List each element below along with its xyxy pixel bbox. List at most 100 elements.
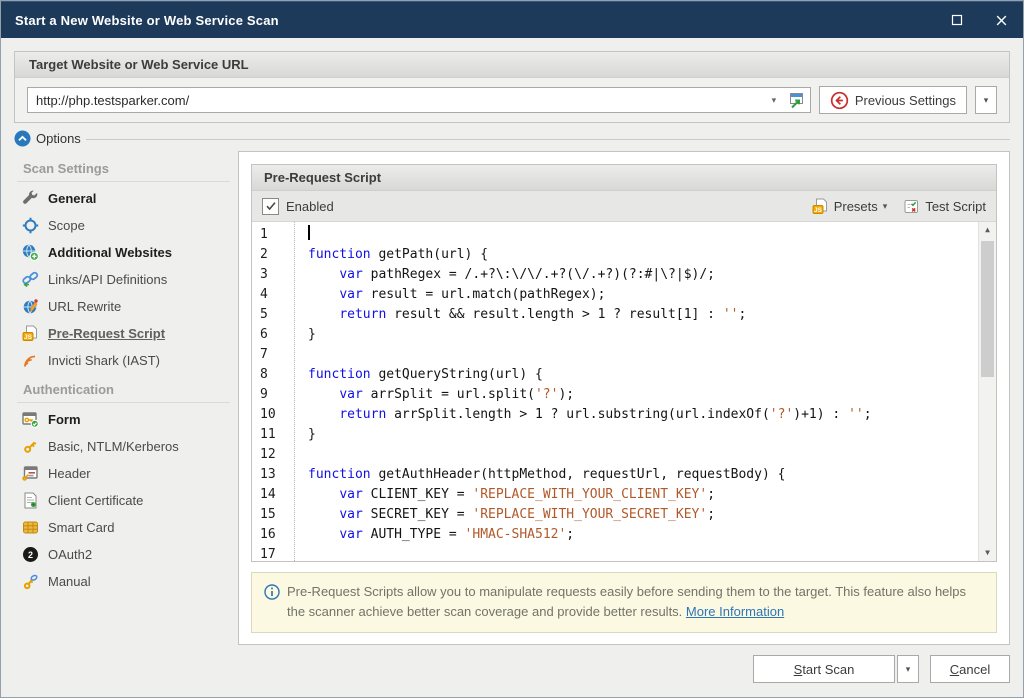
scan-settings-header: Scan Settings [14,153,238,181]
test-script-button[interactable]: Test Script [903,198,986,215]
smart-card-icon [21,519,39,537]
code-line[interactable]: 10 return arrSplit.length > 1 ? url.subs… [252,405,978,425]
code-line[interactable]: 14 var CLIENT_KEY = 'REPLACE_WITH_YOUR_C… [252,485,978,505]
maximize-button[interactable] [935,2,979,38]
sidebar-item-invicti-shark[interactable]: Invicti Shark (IAST) [14,347,238,374]
sidebar-item-oauth2[interactable]: 2 OAuth2 [14,541,238,568]
code-line[interactable]: 16 var AUTH_TYPE = 'HMAC-SHA512'; [252,525,978,545]
script-code-editor[interactable]: 12function getPath(url) {3 var pathRegex… [252,222,996,561]
code-line[interactable]: 3 var pathRegex = /.+?\:\/\/.+?(\/.+?)(?… [252,265,978,285]
code-line[interactable]: 7 [252,345,978,365]
pre-request-script-header: Pre-Request Script [252,165,996,191]
sidebar-item-additional-websites[interactable]: Additional Websites [14,239,238,266]
collapse-chevron-icon [14,130,31,147]
close-button[interactable] [979,2,1023,38]
svg-text:JS: JS [24,334,33,341]
code-line[interactable]: 4 var result = url.match(pathRegex); [252,285,978,305]
chain-links-icon [21,271,39,289]
sidebar-item-header-auth[interactable]: Header [14,460,238,487]
info-text: Pre-Request Scripts allow you to manipul… [287,582,984,622]
info-icon [264,584,280,600]
code-line[interactable]: 5 return result && result.length > 1 ? r… [252,305,978,325]
options-expander[interactable]: Options [14,130,1010,147]
target-icon [21,217,39,235]
more-information-link[interactable]: More Information [686,604,784,619]
sidebar-item-basic-ntlm[interactable]: Basic, NTLM/Kerberos [14,433,238,460]
presets-button[interactable]: JS Presets ▾ [812,198,888,215]
scrollbar-thumb[interactable] [981,241,994,377]
code-line[interactable]: 13function getAuthHeader(httpMethod, req… [252,465,978,485]
code-line[interactable]: 17 [252,545,978,561]
sidebar-item-label: Scope [48,218,85,233]
scroll-down-icon[interactable]: ▼ [979,545,996,561]
scroll-up-icon[interactable]: ▲ [979,222,996,238]
options-divider [86,139,1010,140]
settings-sidebar: Scan Settings General Scope Additional W… [14,151,238,645]
code-line[interactable]: 6} [252,325,978,345]
sidebar-item-scope[interactable]: Scope [14,212,238,239]
cancel-button[interactable]: Cancel [930,655,1010,683]
code-line[interactable]: 2function getPath(url) { [252,245,978,265]
target-url-input[interactable] [28,89,764,111]
editor-scrollbar[interactable]: ▲ ▼ [978,222,996,561]
maximize-icon [951,14,963,26]
section-divider [17,181,230,182]
enabled-checkbox[interactable] [262,198,279,215]
previous-settings-label: Previous Settings [855,93,956,108]
presets-caret-icon: ▾ [883,201,888,212]
sidebar-item-label: Pre-Request Script [48,326,165,341]
gutter-separator [294,222,295,561]
target-url-combo: ▾ [27,87,811,113]
pre-request-script-panel: Pre-Request Script Enabled JS Presets ▾ [238,151,1010,645]
wrench-icon [21,190,39,208]
sidebar-item-label: Manual [48,574,91,589]
info-text-body: Pre-Request Scripts allow you to manipul… [287,584,966,619]
check-icon [265,200,277,212]
sidebar-item-label: Additional Websites [48,245,172,260]
start-scan-button[interactable]: Start Scan [753,655,895,683]
sidebar-item-label: Header [48,466,91,481]
code-line[interactable]: 11} [252,425,978,445]
target-url-body: ▾ Previous Settings ▾ [15,78,1009,122]
sidebar-item-label: Form [48,412,81,427]
authentication-header: Authentication [14,374,238,402]
sidebar-item-pre-request-script[interactable]: JS Pre-Request Script [14,320,238,347]
info-box: Pre-Request Scripts allow you to manipul… [251,572,997,633]
sidebar-item-url-rewrite[interactable]: URL Rewrite [14,293,238,320]
sidebar-item-client-certificate[interactable]: Client Certificate [14,487,238,514]
certificate-icon [21,492,39,510]
target-url-header: Target Website or Web Service URL [15,52,1009,78]
code-line[interactable]: 8function getQueryString(url) { [252,365,978,385]
previous-settings-icon [830,91,849,110]
test-script-icon [903,198,920,215]
code-lines[interactable]: 12function getPath(url) {3 var pathRegex… [252,222,978,561]
code-line[interactable]: 12 [252,445,978,465]
test-script-label: Test Script [925,199,986,214]
section-divider [17,402,230,403]
oauth2-icon: 2 [21,546,39,564]
dialog-content: Target Website or Web Service URL ▾ Prev… [1,38,1023,697]
globe-plus-icon [21,244,39,262]
options-label: Options [36,131,81,146]
window-title: Start a New Website or Web Service Scan [1,13,935,28]
sidebar-item-general[interactable]: General [14,185,238,212]
sidebar-item-label: Links/API Definitions [48,272,167,287]
sidebar-item-links-api[interactable]: Links/API Definitions [14,266,238,293]
start-scan-dropdown[interactable]: ▾ [897,655,919,683]
form-login-icon [21,411,39,429]
previous-settings-button[interactable]: Previous Settings [819,86,967,114]
sidebar-item-label: Smart Card [48,520,114,535]
sidebar-item-manual[interactable]: Manual [14,568,238,595]
code-line[interactable]: 15 var SECRET_KEY = 'REPLACE_WITH_YOUR_S… [252,505,978,525]
previous-settings-dropdown[interactable]: ▾ [975,86,997,114]
code-line[interactable]: 1 [252,225,978,245]
sidebar-item-label: URL Rewrite [48,299,121,314]
sidebar-item-label: Client Certificate [48,493,143,508]
footer-bar: Start Scan ▾ Cancel [14,645,1010,697]
manual-key-icon [21,573,39,591]
sidebar-item-form[interactable]: Form [14,406,238,433]
url-dropdown-caret[interactable]: ▾ [764,95,784,106]
code-line[interactable]: 9 var arrSplit = url.split('?'); [252,385,978,405]
open-in-browser-icon[interactable] [784,89,810,111]
sidebar-item-smart-card[interactable]: Smart Card [14,514,238,541]
